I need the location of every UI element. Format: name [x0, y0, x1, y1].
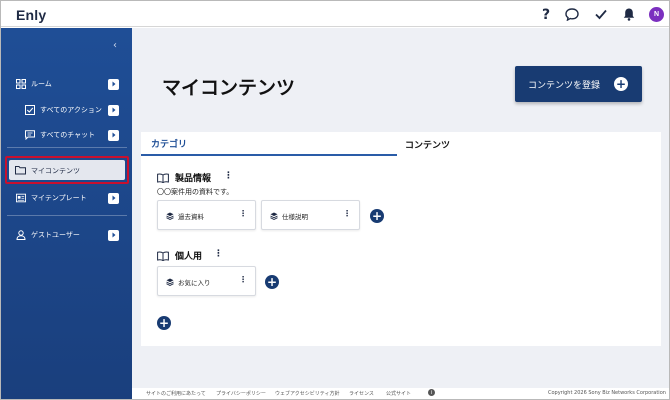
- add-content-button[interactable]: +: [265, 275, 279, 289]
- layers-icon: [270, 212, 278, 221]
- grid-icon: [16, 79, 26, 89]
- info-icon[interactable]: i: [428, 389, 435, 396]
- bell-icon[interactable]: [621, 6, 637, 22]
- sidebar-item-label: ルーム: [31, 80, 52, 88]
- chevron-right-icon[interactable]: [108, 104, 119, 116]
- category-title-label: 個人用: [175, 252, 203, 262]
- category-description: 〇〇案件用の資料です。: [157, 188, 234, 196]
- sidebar-item-all-chats[interactable]: すべてのチャット: [1, 125, 132, 145]
- category-title[interactable]: 個人用: [157, 249, 202, 262]
- add-category-button[interactable]: +: [157, 316, 171, 330]
- chevron-right-icon[interactable]: [108, 229, 119, 241]
- sidebar-item-room[interactable]: ルーム: [1, 74, 132, 94]
- sidebar-item-label: すべてのチャット: [40, 131, 96, 139]
- sidebar-item-my-templates[interactable]: マイテンプレート: [1, 188, 132, 208]
- more-vertical-icon[interactable]: ⋮: [239, 275, 247, 284]
- content-card[interactable]: 過去資料 ⋮: [157, 200, 256, 230]
- category-title-label: 製品情報: [175, 174, 212, 184]
- footer: サイトのご利用にあたって プライバシーポリシー ウェブアクセシビリティ方針 ライ…: [132, 388, 669, 399]
- app-logo[interactable]: Enly: [16, 7, 46, 23]
- plus-icon: +: [614, 77, 628, 91]
- svg-text:?: ?: [542, 7, 550, 21]
- chat-icon[interactable]: [564, 6, 580, 22]
- tab-contents[interactable]: コンテンツ: [405, 132, 525, 156]
- category-title[interactable]: 製品情報: [157, 171, 211, 184]
- check-icon[interactable]: [593, 6, 609, 22]
- content-card[interactable]: 仕様説明 ⋮: [261, 200, 360, 230]
- layers-icon: [166, 278, 174, 287]
- copyright: Copyright 2026 Sony Biz Networks Corpora…: [548, 390, 666, 396]
- checkbox-icon: [25, 105, 35, 115]
- page-title: マイコンテンツ: [162, 77, 296, 99]
- folder-icon: [15, 165, 26, 177]
- chevron-right-icon[interactable]: [108, 78, 119, 90]
- footer-link-official-site[interactable]: 公式サイト: [386, 390, 411, 397]
- template-icon: [16, 193, 26, 203]
- footer-link-privacy[interactable]: プライバシーポリシー: [216, 390, 266, 397]
- sidebar-item-label: すべてのアクション: [40, 106, 102, 114]
- more-vertical-icon[interactable]: ⋮: [214, 249, 223, 259]
- person-icon: [16, 230, 26, 240]
- main-content: マイコンテンツ コンテンツを登録 + カテゴリ コンテンツ 製品情報 ⋮ 〇〇案…: [132, 28, 669, 388]
- chevron-right-icon[interactable]: [108, 192, 119, 204]
- footer-link-accessibility[interactable]: ウェブアクセシビリティ方針: [275, 390, 339, 397]
- content-card[interactable]: お気に入り ⋮: [157, 266, 256, 296]
- sidebar-item-my-contents[interactable]: マイコンテンツ: [9, 160, 125, 180]
- highlight-frame: マイコンテンツ: [5, 156, 129, 184]
- footer-link-license[interactable]: ライセンス: [349, 390, 374, 397]
- sidebar-item-label: ゲストユーザー: [31, 231, 80, 239]
- top-header: Enly ? N: [1, 1, 669, 27]
- help-icon[interactable]: ?: [539, 6, 555, 22]
- more-vertical-icon[interactable]: ⋮: [239, 209, 247, 218]
- book-icon: [157, 172, 169, 183]
- layers-icon: [166, 212, 174, 221]
- more-vertical-icon[interactable]: ⋮: [343, 209, 351, 218]
- sidebar-item-guest-users[interactable]: ゲストユーザー: [1, 225, 132, 245]
- sidebar-item-label: マイテンプレート: [31, 194, 87, 202]
- user-avatar[interactable]: N: [649, 7, 664, 22]
- card-label: 過去資料: [178, 213, 204, 221]
- card-label: 仕様説明: [282, 213, 308, 221]
- footer-link-terms[interactable]: サイトのご利用にあたって: [146, 390, 206, 397]
- sidebar-divider: [7, 215, 127, 216]
- book-icon: [157, 250, 169, 261]
- sidebar-divider: [7, 147, 127, 148]
- chat-icon: [25, 130, 35, 140]
- sidebar: ‹ ルーム すべてのアクション すべてのチャット マイコンテンツ マイテンプレー…: [1, 28, 132, 399]
- tab-category[interactable]: カテゴリ: [141, 132, 397, 156]
- add-content-button[interactable]: +: [370, 209, 384, 223]
- register-content-button[interactable]: コンテンツを登録 +: [515, 66, 642, 102]
- collapse-sidebar-icon[interactable]: ‹: [113, 40, 117, 51]
- content-panel: カテゴリ コンテンツ 製品情報 ⋮ 〇〇案件用の資料です。 過去資料 ⋮ 仕様説…: [141, 132, 661, 346]
- sidebar-item-label: マイコンテンツ: [31, 167, 80, 175]
- more-vertical-icon[interactable]: ⋮: [224, 171, 233, 181]
- card-label: お気に入り: [178, 279, 211, 287]
- sidebar-item-all-actions[interactable]: すべてのアクション: [1, 100, 132, 120]
- chevron-right-icon[interactable]: [108, 129, 119, 141]
- register-content-label: コンテンツを登録: [528, 80, 601, 91]
